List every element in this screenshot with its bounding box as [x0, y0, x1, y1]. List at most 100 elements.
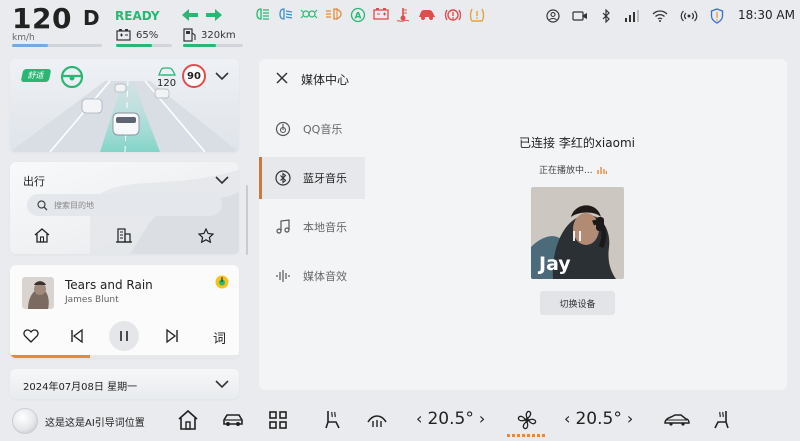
left-temp-control: ‹ 20.5° › [416, 409, 485, 429]
svg-text:A: A [355, 12, 362, 22]
battery-icon [116, 29, 131, 41]
company-icon[interactable] [116, 228, 132, 243]
album-pause-overlay[interactable] [572, 227, 582, 241]
music-card[interactable]: Tears and Rain James Blunt 词 [10, 265, 239, 358]
right-temp-decrease[interactable]: ‹ [564, 409, 575, 428]
next-track-icon[interactable] [165, 329, 179, 343]
switch-device-button[interactable]: 切换设备 [540, 291, 615, 315]
car-ac-icon[interactable] [663, 409, 691, 431]
door-open-icon [419, 10, 435, 20]
user-icon[interactable] [546, 9, 560, 23]
car-icon[interactable] [222, 409, 244, 431]
playing-text: 正在播放中... [539, 166, 593, 176]
voice-assistant-orb[interactable] [12, 408, 38, 434]
speed-limit-sign: 90 [182, 64, 206, 88]
qq-music-icon [275, 121, 291, 137]
search-icon [37, 199, 48, 210]
chevron-down-icon[interactable] [215, 71, 229, 81]
auto-hold-icon: A [350, 7, 366, 23]
bluetooth-icon[interactable] [600, 9, 612, 23]
tire-pressure-icon [469, 8, 485, 22]
song-artist: James Blunt [65, 295, 119, 305]
scrollbar[interactable] [246, 185, 248, 255]
shield-icon[interactable] [710, 8, 724, 24]
pause-button[interactable] [109, 321, 139, 351]
pause-icon [120, 331, 128, 341]
left-temp-increase[interactable]: › [474, 409, 485, 428]
adas-mode-badge: 舒适 [20, 69, 52, 82]
high-beam-icon [256, 8, 269, 20]
close-icon[interactable] [275, 71, 289, 85]
home-icon[interactable] [34, 228, 50, 243]
coolant-temp-icon [396, 8, 410, 22]
source-label: 本地音乐 [303, 221, 347, 234]
destination-search[interactable]: 搜索目的地 [27, 194, 222, 216]
right-temp-control: ‹ 20.5° › [564, 409, 633, 429]
assistant-prompt[interactable]: 这是这是AI引导词位置 [45, 414, 145, 429]
fan-icon[interactable] [516, 409, 538, 431]
heart-icon[interactable] [23, 329, 39, 343]
album-cover: Jay [531, 187, 624, 279]
battery-bar-fill [116, 44, 153, 47]
ready-indicator: READY [115, 9, 160, 23]
date-card[interactable]: 2024年07月08日 星期一 [10, 369, 239, 399]
camera-icon[interactable] [572, 9, 588, 23]
media-title: 媒体中心 [301, 73, 350, 87]
speed-readout: 120 [12, 2, 72, 35]
chevron-down-icon[interactable] [215, 379, 229, 389]
home-icon[interactable] [177, 409, 199, 431]
steering-wheel-icon [60, 65, 84, 89]
source-label: 媒体音效 [303, 270, 347, 283]
album-thumbnail [22, 277, 54, 309]
battery-stat: 65% [116, 28, 158, 42]
music-progress-track [10, 355, 239, 358]
brake-warning-icon [444, 9, 462, 21]
defrost-icon[interactable] [366, 409, 388, 431]
acc-car-icon [158, 67, 177, 76]
left-temp-decrease[interactable]: ‹ [416, 409, 427, 428]
wifi-icon[interactable] [652, 9, 668, 23]
adas-card[interactable]: 舒适 120 90 [10, 59, 239, 152]
media-source-list: 媒体中心 QQ音乐 蓝牙音乐 本地音乐 媒体音效 [259, 59, 365, 390]
trip-title: 出行 [23, 175, 45, 188]
turn-right-icon [206, 9, 222, 21]
hotspot-icon[interactable] [680, 9, 698, 23]
range-bar [183, 44, 243, 47]
bluetooth-icon [275, 170, 291, 186]
source-label: 蓝牙音乐 [303, 172, 347, 185]
source-qq-music[interactable]: QQ音乐 [259, 108, 365, 150]
chevron-down-icon[interactable] [215, 175, 229, 185]
ego-car [112, 112, 140, 136]
lyrics-button[interactable]: 词 [213, 328, 226, 347]
music-progress-fill [10, 355, 91, 358]
trip-card: 出行 搜索目的地 [10, 162, 239, 254]
fog-light-icon [326, 8, 342, 20]
source-sound-effects[interactable]: 媒体音效 [259, 255, 365, 297]
range-value: 320km [201, 29, 236, 41]
source-label: QQ音乐 [303, 123, 343, 136]
seat-heat-right-icon[interactable] [710, 409, 732, 431]
date-text: 2024年07月08日 星期一 [23, 382, 138, 393]
speed-bar [12, 44, 102, 47]
signal-icon [625, 10, 639, 22]
fuel-pump-icon [183, 28, 196, 42]
connection-status: 已连接 李红的xiaomi [519, 136, 635, 150]
range-stat: 320km [183, 28, 236, 42]
bottom-dock: 这是这是AI引导词位置 ‹ 20.5° › ‹ 20.5° › [0, 400, 800, 441]
seat-heat-left-icon[interactable] [322, 409, 344, 431]
music-note-icon [276, 219, 290, 234]
favorite-icon[interactable] [198, 228, 214, 243]
source-local-music[interactable]: 本地音乐 [259, 206, 365, 248]
right-temp-value: 20.5° [575, 409, 622, 429]
battery-warning-icon [373, 8, 389, 20]
previous-track-icon[interactable] [70, 329, 84, 343]
sound-wave-icon [276, 270, 290, 282]
right-temp-increase[interactable]: › [622, 409, 633, 428]
apps-grid-icon[interactable] [267, 409, 289, 431]
battery-bar [116, 44, 172, 47]
sidelight-icon [300, 9, 318, 19]
playing-status: 正在播放中... [539, 163, 607, 176]
speed-bar-fill [12, 44, 48, 47]
source-bluetooth-music[interactable]: 蓝牙音乐 [259, 157, 365, 199]
system-icons [546, 8, 724, 24]
